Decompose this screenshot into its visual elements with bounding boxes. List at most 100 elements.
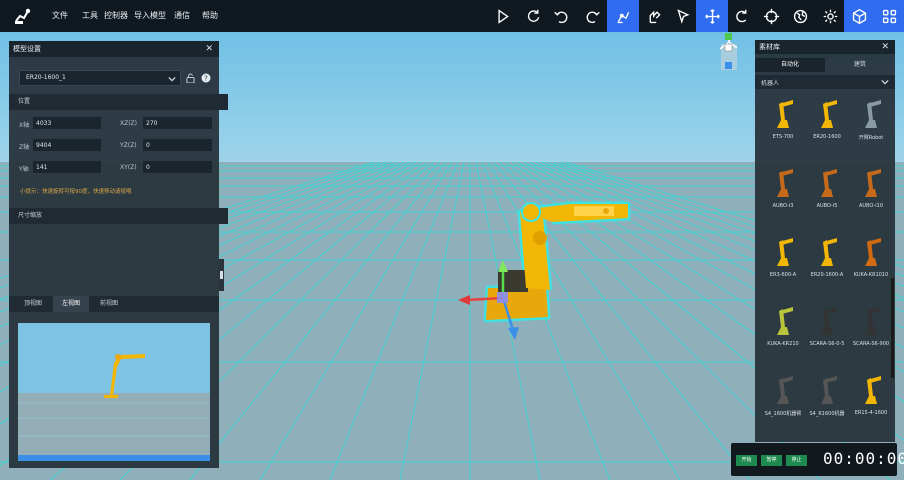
- z-field[interactable]: 9404: [32, 138, 102, 152]
- settings-icon: [823, 9, 837, 23]
- x-field[interactable]: 4033: [32, 116, 102, 130]
- menu-file[interactable]: 文件: [52, 0, 68, 32]
- asset-item-label: 开臂Robot: [858, 135, 884, 141]
- tab-automation[interactable]: 自动化: [755, 58, 825, 72]
- menu-tools[interactable]: 工具: [82, 0, 98, 32]
- robot-thumbnail-icon: [777, 238, 793, 266]
- asset-grid: ETS-700 ER20-1600 开臂Robot AUBO-i3 AUBO-i5 AUB…: [755, 92, 891, 442]
- tab-left-view[interactable]: 左视图: [53, 296, 89, 312]
- globe-button[interactable]: [784, 0, 816, 32]
- z-label: Z轴: [19, 144, 30, 151]
- crosshair-button[interactable]: [755, 0, 787, 32]
- category-header[interactable]: 机器人: [755, 75, 895, 89]
- asset-item[interactable]: S4_R1600机器: [807, 370, 847, 418]
- robot-thumbnail-icon: [821, 100, 837, 128]
- model-select[interactable]: ER20-1600_1: [19, 70, 181, 86]
- start-button[interactable]: 开始: [736, 455, 757, 466]
- asset-item[interactable]: [807, 439, 847, 442]
- asset-library-panel: 素材库 ✕ 自动化 建筑 机器人 ETS-700 ER20-1600 开臂Robot A…: [755, 40, 895, 442]
- top-toolbar: 文件 工具 控制器 导入模型 通信 帮助: [0, 0, 904, 32]
- robot-arm-button[interactable]: [607, 0, 639, 32]
- scrollbar[interactable]: [891, 278, 894, 378]
- y-field[interactable]: 141: [32, 160, 102, 174]
- xz-label: XZ(Z): [120, 120, 138, 127]
- app-logo-icon: [15, 8, 31, 24]
- asset-item[interactable]: ER3-600-A: [763, 232, 803, 280]
- pause-button[interactable]: 暂停: [761, 455, 782, 466]
- asset-item[interactable]: AUBO-i5: [807, 163, 847, 211]
- asset-item[interactable]: ER20-1600: [807, 94, 847, 142]
- asset-item[interactable]: S4_1600机器臂: [763, 370, 803, 418]
- position-section-header: 位置: [9, 94, 228, 110]
- grid-view-button[interactable]: [874, 0, 904, 32]
- chevron-down-icon: [881, 79, 889, 85]
- asset-item[interactable]: AUBO-i3: [763, 163, 803, 211]
- play-icon: [497, 8, 509, 24]
- view-tabs: 顶视图 左视图 前视图: [9, 296, 219, 312]
- move-button[interactable]: [696, 0, 728, 32]
- close-icon[interactable]: ✕: [881, 40, 889, 54]
- asset-item-label: AUBO-i10: [858, 203, 884, 209]
- asset-item[interactable]: ER20-1600-A: [807, 232, 847, 280]
- tab-front-view[interactable]: 前视图: [91, 296, 127, 312]
- settings-button[interactable]: [814, 0, 846, 32]
- asset-item[interactable]: KUKA-KR210: [763, 301, 803, 349]
- help-icon[interactable]: ?: [201, 73, 211, 83]
- robot-thumbnail-icon: [777, 100, 793, 128]
- robot-thumbnail-icon: [857, 439, 885, 442]
- asset-item-label: KUKA-KR1010: [853, 272, 889, 278]
- globe-icon: [793, 9, 807, 23]
- robot-thumbnail-icon: [813, 439, 841, 442]
- panel-collapse-handle[interactable]: [219, 259, 224, 291]
- undo-button[interactable]: [545, 0, 577, 32]
- xy-label: XY(Z): [120, 164, 137, 171]
- grid-icon: [882, 9, 896, 23]
- asset-item-label: ER15-4-1600: [854, 410, 888, 416]
- tab-architecture[interactable]: 建筑: [825, 58, 895, 72]
- robot-thumbnail-icon: [865, 307, 881, 335]
- gripper-button[interactable]: [638, 0, 670, 32]
- xz-field[interactable]: 270: [142, 116, 213, 130]
- asset-item[interactable]: [851, 439, 891, 442]
- asset-tabs: 自动化 建筑: [755, 58, 895, 72]
- cube-button[interactable]: [844, 0, 874, 32]
- crosshair-icon: [763, 8, 779, 24]
- redo-button[interactable]: [576, 0, 608, 32]
- move-icon: [704, 8, 720, 24]
- robot-thumbnail-icon: [865, 376, 881, 404]
- asset-item[interactable]: SCARA-S6-900: [851, 301, 891, 349]
- panel-title: 模型设置 ✕: [9, 41, 219, 57]
- close-icon[interactable]: ✕: [205, 41, 213, 57]
- robot-thumbnail-icon: [821, 307, 837, 335]
- asset-item[interactable]: KUKA-KR1010: [851, 232, 891, 280]
- timer-display: 00:00:00: [823, 449, 904, 468]
- asset-item[interactable]: ER15-4-1600: [851, 370, 891, 418]
- stop-button[interactable]: 停止: [786, 455, 807, 466]
- cursor-button[interactable]: [667, 0, 699, 32]
- asset-item[interactable]: 开臂Robot: [851, 94, 891, 142]
- xy-field[interactable]: 0: [142, 160, 213, 174]
- play-button[interactable]: [486, 0, 518, 32]
- menu-help[interactable]: 帮助: [202, 0, 218, 32]
- yz-label: YZ(Z): [120, 142, 137, 149]
- asset-item[interactable]: ETS-700: [763, 94, 803, 142]
- gripper-icon: [649, 10, 661, 23]
- menu-import-model[interactable]: 导入模型: [134, 0, 166, 32]
- yz-field[interactable]: 0: [142, 138, 213, 152]
- asset-item-label: SCARA-S6-900: [852, 341, 890, 347]
- robot-arm-icon: [617, 11, 629, 23]
- menu-controller[interactable]: 控制器: [104, 0, 128, 32]
- asset-item[interactable]: AUBO-i10: [851, 163, 891, 211]
- x-label: X轴: [19, 122, 30, 129]
- tab-top-view[interactable]: 顶视图: [15, 296, 51, 312]
- undo-icon: [553, 11, 567, 23]
- robot-thumbnail-icon: [865, 100, 881, 128]
- menu-communication[interactable]: 通信: [174, 0, 190, 32]
- unlock-icon[interactable]: [186, 73, 195, 83]
- redo-icon: [586, 11, 600, 23]
- rotate-button[interactable]: [725, 0, 757, 32]
- model-settings-panel: 模型设置 ✕ ER20-1600_1 ? 位置 X轴 4033 XZ(Z) 270…: [9, 41, 228, 468]
- cursor-icon: [676, 8, 689, 24]
- asset-item[interactable]: SCARA-S6-0-5: [807, 301, 847, 349]
- asset-item[interactable]: [763, 439, 803, 442]
